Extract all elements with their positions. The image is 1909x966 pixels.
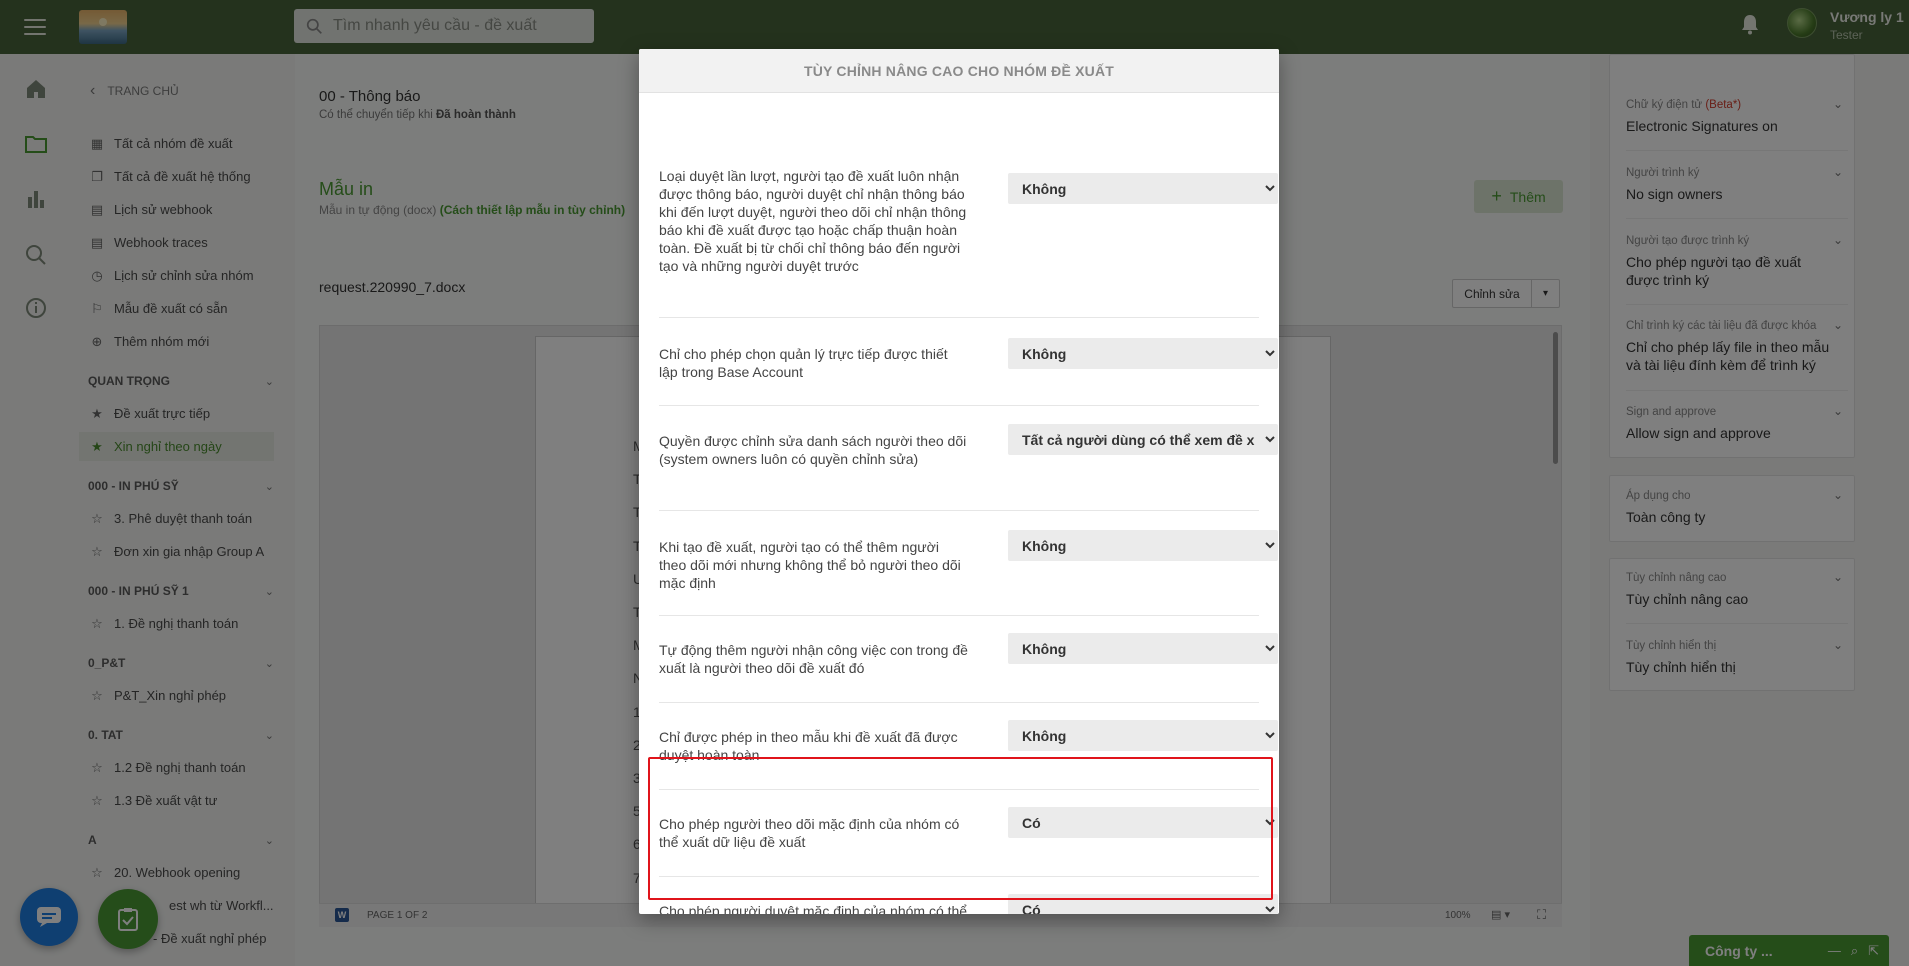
setting-description: Cho phép người duyệt mặc định của nhóm c… <box>659 903 968 914</box>
setting-description: Tự động thêm người nhận công việc con tr… <box>659 642 968 676</box>
setting-description: Chỉ cho phép chọn quản lý trực tiếp được… <box>659 346 948 380</box>
add-followers-select[interactable]: Không <box>1008 530 1278 561</box>
print-after-approval-select[interactable]: Không <box>1008 720 1278 751</box>
setting-description: Khi tạo đề xuất, người tạo có thể thêm n… <box>659 539 961 591</box>
setting-row: Quyền được chỉnh sửa danh sách người the… <box>659 406 1278 511</box>
highlight-box <box>648 757 1273 900</box>
sequential-approval-select[interactable]: Không <box>1008 173 1278 204</box>
setting-row: Khi tạo đề xuất, người tạo có thể thêm n… <box>659 511 1278 616</box>
setting-description: Loại duyệt lần lượt, người tạo đề xuất l… <box>659 168 967 274</box>
setting-row: Chỉ cho phép chọn quản lý trực tiếp được… <box>659 318 1278 406</box>
follower-edit-permission-select[interactable]: Tất cả người dùng có thể xem đề x <box>1008 424 1278 455</box>
direct-manager-select[interactable]: Không <box>1008 338 1278 369</box>
setting-description: Quyền được chỉnh sửa danh sách người the… <box>659 433 967 467</box>
auto-add-followers-select[interactable]: Không <box>1008 633 1278 664</box>
setting-row: Loại duyệt lần lượt, người tạo đề xuất l… <box>659 111 1278 318</box>
setting-row: Tự động thêm người nhận công việc con tr… <box>659 616 1278 703</box>
modal-title: TÙY CHỈNH NÂNG CAO CHO NHÓM ĐỀ XUẤT <box>639 49 1279 93</box>
